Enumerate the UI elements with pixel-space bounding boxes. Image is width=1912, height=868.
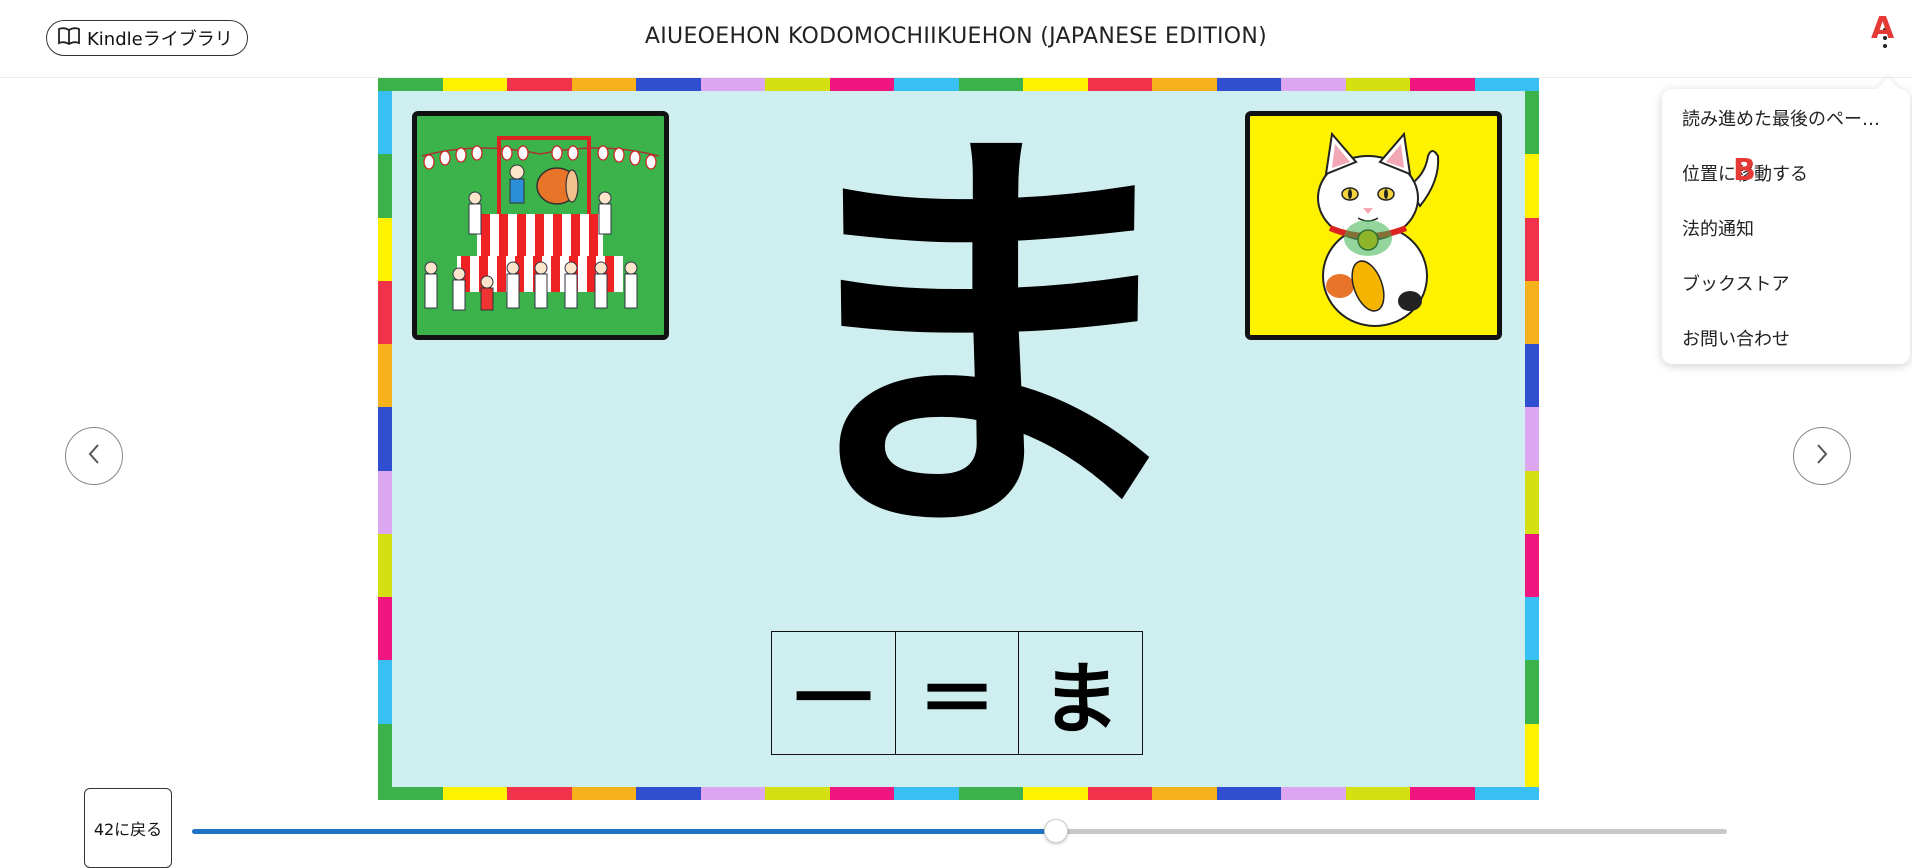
menu-item-legal-notice[interactable]: 法的通知 <box>1682 215 1754 241</box>
border-left <box>378 91 392 787</box>
border-segment <box>378 344 392 408</box>
next-page-button[interactable] <box>1793 427 1851 485</box>
border-segment <box>442 78 507 91</box>
border-segment <box>378 154 392 218</box>
book-page: ま 一 ＝ ま <box>378 78 1539 800</box>
border-segment <box>378 660 392 724</box>
border-segment <box>1152 787 1217 800</box>
border-segment <box>1525 660 1539 724</box>
top-bar: Kindleライブラリ AIUEOEHON KODOMOCHIIKUEHON (… <box>0 0 1912 78</box>
border-segment <box>1525 470 1539 534</box>
border-segment <box>507 78 572 91</box>
border-segment <box>894 787 959 800</box>
border-segment <box>378 470 392 534</box>
festival-illustration <box>412 111 669 340</box>
border-segment <box>1216 78 1281 91</box>
reading-progress-slider[interactable] <box>192 819 1727 843</box>
border-segment <box>378 407 392 471</box>
border-segment <box>507 787 572 800</box>
border-segment <box>829 78 894 91</box>
border-segment <box>442 787 507 800</box>
border-segment <box>378 217 392 281</box>
border-segment <box>378 280 392 345</box>
border-segment <box>1345 787 1410 800</box>
book-title: AIUEOEHON KODOMOCHIIKUEHON (JAPANESE EDI… <box>644 24 1268 49</box>
back-to-page-button[interactable]: 42に戻る <box>84 788 172 868</box>
border-segment <box>636 78 701 91</box>
border-segment <box>1281 78 1346 91</box>
border-segment <box>571 787 636 800</box>
border-segment <box>1525 533 1539 598</box>
border-segment <box>378 533 392 598</box>
border-segment <box>958 78 1023 91</box>
options-menu: 読み進めた最後のペー… 位置に移動する 法的通知 ブックストア お問い合わせ <box>1662 89 1910 364</box>
border-segment <box>378 787 443 800</box>
border-segment <box>1410 787 1475 800</box>
border-segment <box>894 78 959 91</box>
border-bottom <box>378 787 1539 800</box>
menu-item-contact[interactable]: お問い合わせ <box>1682 325 1790 351</box>
border-segment <box>1087 78 1152 91</box>
border-segment <box>1474 78 1539 91</box>
border-segment <box>378 91 392 155</box>
border-segment <box>1525 344 1539 408</box>
border-segment <box>765 787 830 800</box>
border-segment <box>1525 91 1539 155</box>
border-segment <box>1345 78 1410 91</box>
border-segment <box>1216 787 1281 800</box>
border-segment <box>1525 217 1539 281</box>
border-segment <box>1525 407 1539 471</box>
annotation-marker-b: B <box>1733 153 1756 188</box>
border-segment <box>1152 78 1217 91</box>
border-segment <box>1281 787 1346 800</box>
border-segment <box>1023 787 1088 800</box>
progress-thumb[interactable] <box>1043 819 1068 843</box>
big-hiragana-character: ま <box>768 93 1198 593</box>
border-segment <box>378 78 443 91</box>
border-segment <box>700 787 765 800</box>
stroke-order-boxes: 一 ＝ ま <box>771 631 1143 755</box>
border-segment <box>378 723 392 787</box>
annotation-marker-a: A <box>1871 11 1895 46</box>
border-right <box>1525 91 1539 787</box>
border-segment <box>1525 280 1539 345</box>
border-segment <box>958 787 1023 800</box>
chevron-right-icon <box>1814 442 1830 470</box>
menu-item-bookstore[interactable]: ブックストア <box>1682 270 1789 296</box>
menu-item-last-read-page[interactable]: 読み進めた最後のペー… <box>1682 105 1880 131</box>
stroke-step-1: 一 <box>772 632 896 754</box>
border-segment <box>1525 597 1539 661</box>
border-segment <box>765 78 830 91</box>
border-segment <box>829 787 894 800</box>
border-segment <box>1410 78 1475 91</box>
border-segment <box>1525 154 1539 218</box>
border-segment <box>1474 787 1539 800</box>
border-segment <box>636 787 701 800</box>
previous-page-button[interactable] <box>65 427 123 485</box>
progress-fill <box>192 829 1055 834</box>
border-segment <box>1087 787 1152 800</box>
border-segment <box>378 597 392 661</box>
chevron-left-icon <box>86 442 102 470</box>
border-segment <box>1525 723 1539 787</box>
stroke-step-3: ま <box>1041 655 1120 745</box>
border-top <box>378 78 1539 91</box>
border-segment <box>700 78 765 91</box>
stroke-step-2: ＝ <box>896 632 1020 754</box>
border-segment <box>571 78 636 91</box>
lucky-cat-illustration <box>1245 111 1502 340</box>
border-segment <box>1023 78 1088 91</box>
